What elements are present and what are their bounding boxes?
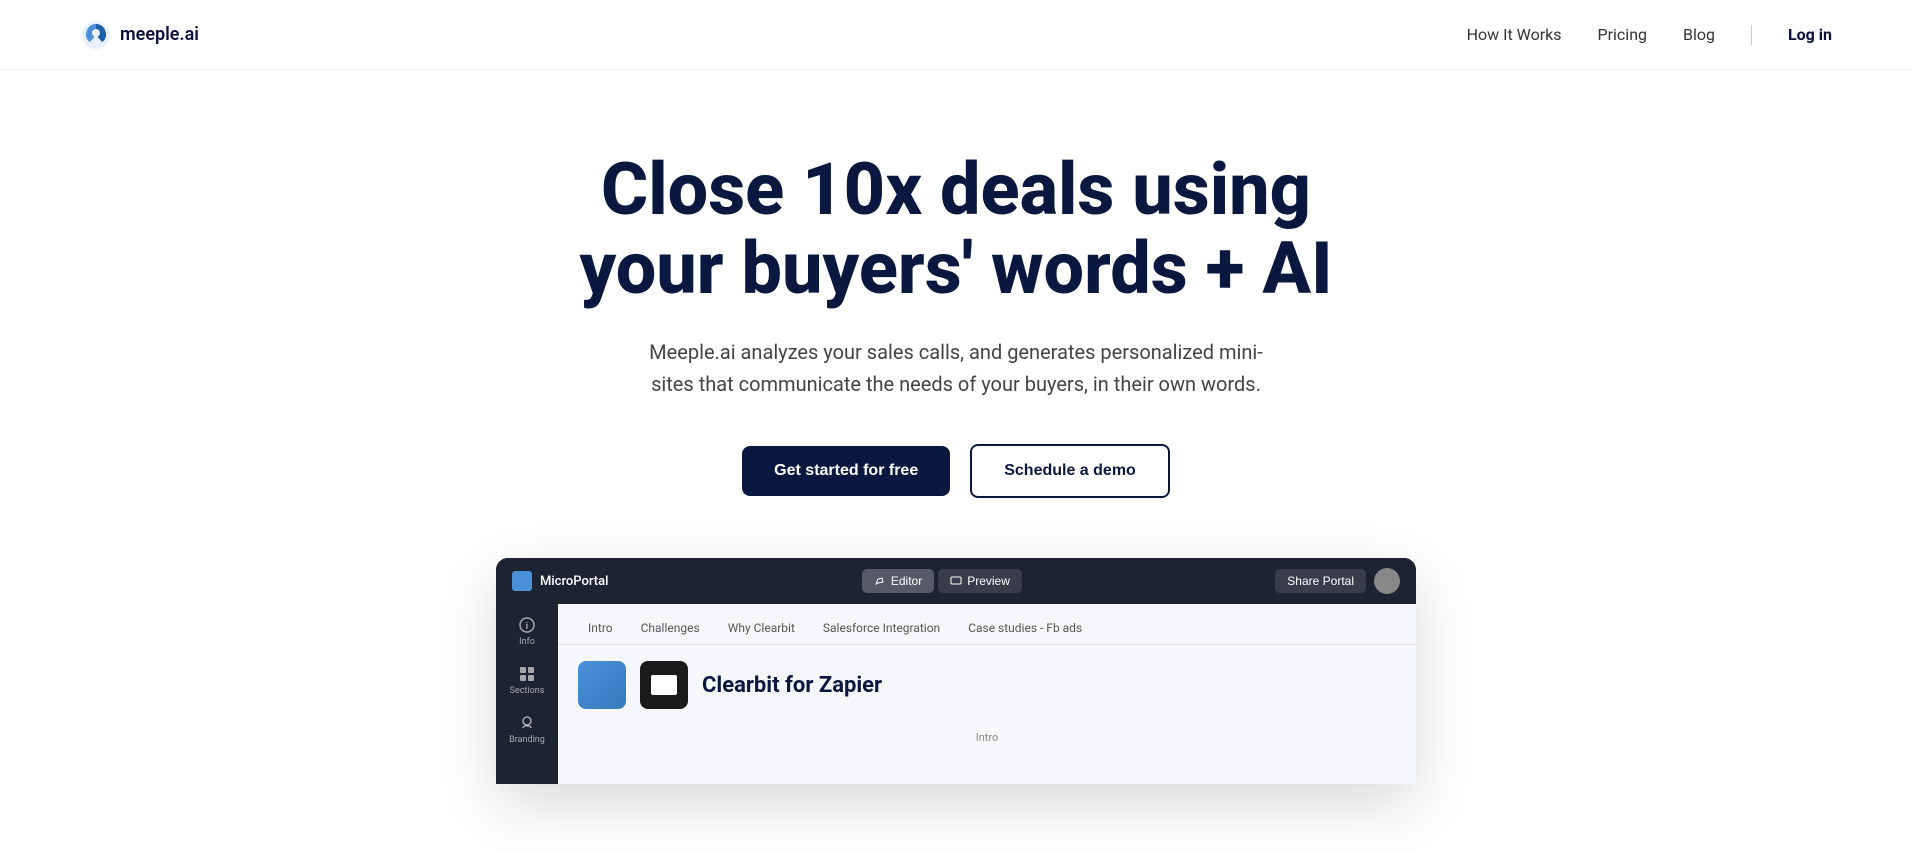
logo-text: meeple.ai	[120, 24, 199, 45]
editor-icon	[874, 575, 886, 587]
micro-portal-window: MicroPortal Editor Preview	[496, 558, 1416, 784]
portal-content-area: Clearbit for Zapier	[558, 645, 1416, 725]
logo[interactable]: meeple.ai	[80, 19, 199, 51]
navbar: meeple.ai How It Works Pricing Blog Log …	[0, 0, 1912, 70]
tab-salesforce[interactable]: Salesforce Integration	[809, 614, 954, 644]
window-logo-square	[512, 571, 532, 591]
hero-section: Close 10x deals using your buyers' words…	[0, 70, 1912, 834]
hero-title: Close 10x deals using your buyers' words…	[579, 150, 1332, 308]
sidebar-info[interactable]: i Info	[518, 616, 536, 647]
sidebar-branding-label: Branding	[509, 735, 545, 745]
tab-why-clearbit[interactable]: Why Clearbit	[714, 614, 809, 644]
schedule-demo-button[interactable]: Schedule a demo	[970, 444, 1170, 498]
tab-intro[interactable]: Intro	[574, 614, 627, 644]
hero-buttons: Get started for free Schedule a demo	[742, 444, 1170, 498]
portal-section-label: Intro	[558, 725, 1416, 750]
app-icon-blue	[578, 661, 626, 709]
get-started-button[interactable]: Get started for free	[742, 446, 950, 496]
nav-divider	[1751, 25, 1752, 45]
window-topbar: MicroPortal Editor Preview	[496, 558, 1416, 604]
portal-sidebar: i Info Sections	[496, 604, 558, 784]
portal-tabs: Intro Challenges Why Clearbit Salesforce…	[558, 604, 1416, 645]
portal-main: Intro Challenges Why Clearbit Salesforce…	[558, 604, 1416, 784]
portal-body: i Info Sections	[496, 604, 1416, 784]
sections-icon	[518, 665, 536, 683]
hero-subtitle: Meeple.ai analyzes your sales calls, and…	[636, 336, 1276, 400]
app-icon-black-inner	[651, 675, 677, 695]
sidebar-info-label: Info	[519, 637, 535, 647]
preview-icon	[950, 575, 962, 587]
sidebar-sections[interactable]: Sections	[510, 665, 545, 696]
info-icon: i	[518, 616, 536, 634]
window-logo-area: MicroPortal	[512, 571, 608, 591]
window-tab-buttons: Editor Preview	[862, 569, 1022, 593]
portal-app-title: Clearbit for Zapier	[702, 673, 882, 698]
logo-icon	[80, 19, 112, 51]
nav-links: How It Works Pricing Blog Log in	[1467, 25, 1832, 45]
tab-challenges[interactable]: Challenges	[627, 614, 714, 644]
product-preview: MicroPortal Editor Preview	[496, 558, 1416, 784]
svg-text:i: i	[526, 622, 528, 632]
editor-tab-button[interactable]: Editor	[862, 569, 934, 593]
nav-blog[interactable]: Blog	[1683, 25, 1715, 44]
nav-login[interactable]: Log in	[1788, 25, 1832, 44]
nav-how-it-works[interactable]: How It Works	[1467, 25, 1562, 44]
branding-icon	[518, 714, 536, 732]
sidebar-sections-label: Sections	[510, 686, 545, 696]
app-icon-black	[640, 661, 688, 709]
preview-tab-button[interactable]: Preview	[938, 569, 1022, 593]
sidebar-branding[interactable]: Branding	[509, 714, 545, 745]
user-avatar	[1374, 568, 1400, 594]
window-title: MicroPortal	[540, 574, 608, 589]
window-right-controls: Share Portal	[1275, 568, 1400, 594]
share-portal-button[interactable]: Share Portal	[1275, 569, 1366, 593]
nav-pricing[interactable]: Pricing	[1598, 25, 1648, 44]
tab-case-studies[interactable]: Case studies - Fb ads	[954, 614, 1096, 644]
